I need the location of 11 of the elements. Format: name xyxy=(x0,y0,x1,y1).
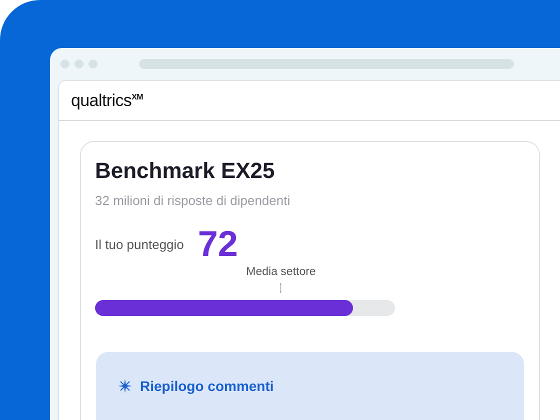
score-value: 72 xyxy=(198,223,238,265)
logo: qualtrics$^{XM}$ xyxy=(71,90,144,110)
card-subtitle: 32 milioni di risposte di dipendenti xyxy=(95,193,292,208)
comments-title: Riepilogo commenti xyxy=(140,378,274,394)
card-title: Benchmark EX25 xyxy=(95,158,276,184)
window-controls-icon xyxy=(60,59,98,69)
sparkle-icon xyxy=(118,379,132,393)
benchmark-marker xyxy=(280,283,282,293)
score-label: Il tuo punteggio xyxy=(95,236,184,252)
benchmark-label: Media settore xyxy=(246,266,316,278)
address-bar[interactable] xyxy=(139,59,514,69)
